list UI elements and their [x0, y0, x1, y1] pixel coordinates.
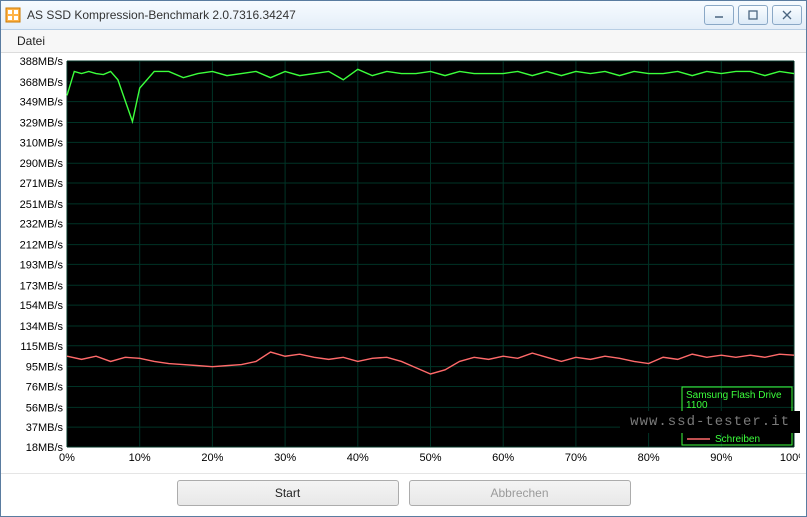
svg-text:310MB/s: 310MB/s — [20, 137, 64, 149]
menu-file[interactable]: Datei — [9, 32, 53, 50]
window-controls — [704, 5, 802, 25]
maximize-button[interactable] — [738, 5, 768, 25]
svg-text:60%: 60% — [492, 452, 514, 464]
svg-text:56MB/s: 56MB/s — [26, 402, 64, 414]
button-bar: Start Abbrechen — [1, 473, 806, 516]
svg-text:232MB/s: 232MB/s — [20, 219, 64, 231]
svg-text:173MB/s: 173MB/s — [20, 280, 64, 292]
svg-text:388MB/s: 388MB/s — [20, 57, 64, 68]
app-window: AS SSD Kompression-Benchmark 2.0.7316.34… — [0, 0, 807, 517]
watermark: www.ssd-tester.it — [620, 411, 800, 433]
svg-text:80%: 80% — [638, 452, 660, 464]
cancel-button: Abbrechen — [409, 480, 631, 506]
svg-text:70%: 70% — [565, 452, 587, 464]
app-icon — [5, 7, 21, 23]
svg-text:368MB/s: 368MB/s — [20, 77, 64, 89]
svg-text:329MB/s: 329MB/s — [20, 118, 64, 130]
svg-text:115MB/s: 115MB/s — [20, 341, 63, 353]
compression-chart: 18MB/s 37MB/s 56MB/s 76MB/s 95MB/s 115MB/s 134… — [7, 57, 800, 467]
svg-text:154MB/s: 154MB/s — [20, 300, 64, 312]
svg-text:290MB/s: 290MB/s — [20, 158, 64, 170]
titlebar: AS SSD Kompression-Benchmark 2.0.7316.34… — [1, 1, 806, 30]
svg-text:10%: 10% — [129, 452, 151, 464]
svg-text:90%: 90% — [710, 452, 732, 464]
minimize-button[interactable] — [704, 5, 734, 25]
svg-text:193MB/s: 193MB/s — [20, 259, 64, 271]
svg-text:50%: 50% — [419, 452, 441, 464]
svg-text:37MB/s: 37MB/s — [26, 422, 64, 434]
svg-text:134MB/s: 134MB/s — [20, 321, 64, 333]
svg-text:18MB/s: 18MB/s — [26, 442, 64, 454]
svg-text:95MB/s: 95MB/s — [26, 362, 64, 374]
svg-text:349MB/s: 349MB/s — [20, 97, 64, 109]
menubar: Datei — [1, 30, 806, 53]
svg-text:0%: 0% — [59, 452, 75, 464]
svg-text:100%: 100% — [780, 452, 800, 464]
svg-text:30%: 30% — [274, 452, 296, 464]
svg-text:Schreiben: Schreiben — [715, 434, 760, 445]
start-button[interactable]: Start — [177, 480, 399, 506]
svg-text:40%: 40% — [347, 452, 369, 464]
svg-text:20%: 20% — [201, 452, 223, 464]
svg-text:271MB/s: 271MB/s — [20, 178, 64, 190]
svg-text:76MB/s: 76MB/s — [26, 381, 64, 393]
window-title: AS SSD Kompression-Benchmark 2.0.7316.34… — [27, 8, 704, 22]
close-button[interactable] — [772, 5, 802, 25]
chart-area: 18MB/s 37MB/s 56MB/s 76MB/s 95MB/s 115MB/s 134… — [1, 53, 806, 473]
svg-text:212MB/s: 212MB/s — [20, 240, 64, 252]
svg-text:251MB/s: 251MB/s — [20, 199, 64, 211]
svg-text:1100: 1100 — [686, 400, 708, 411]
